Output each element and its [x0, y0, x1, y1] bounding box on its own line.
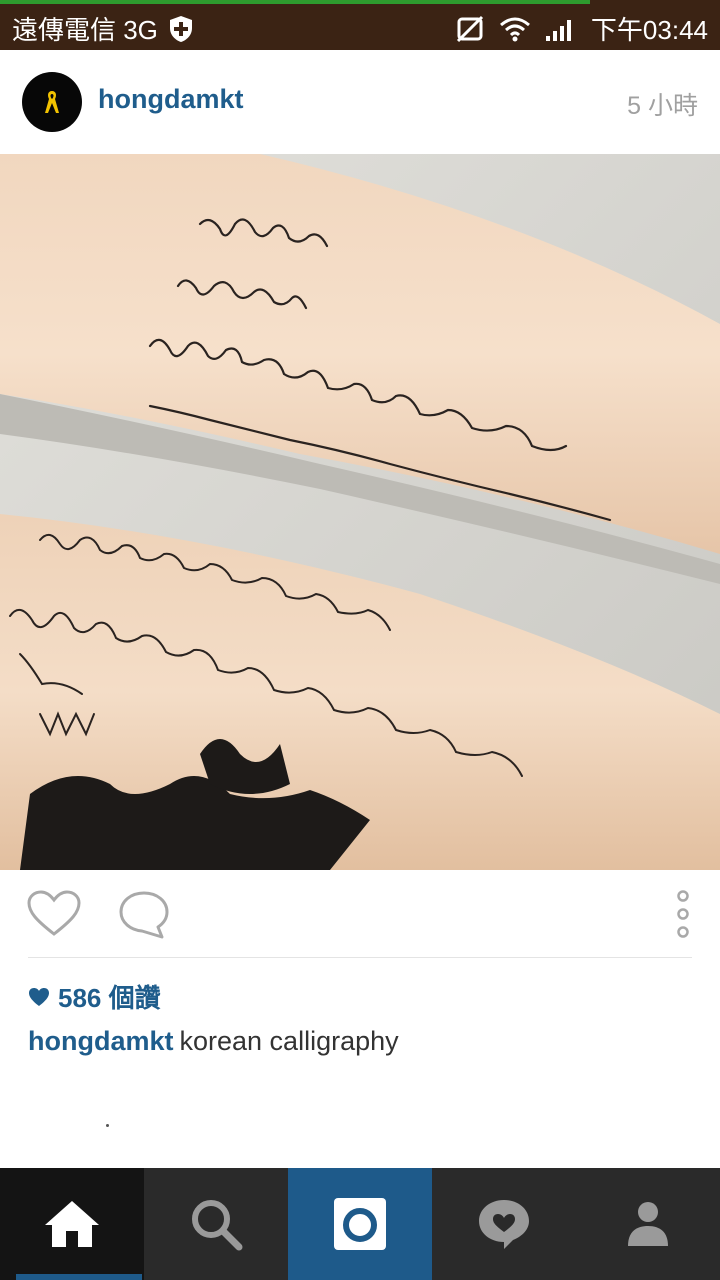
activity-heart-icon: [479, 1200, 529, 1249]
search-icon: [192, 1200, 243, 1251]
next-post-dot: [106, 1124, 109, 1127]
carrier-label: 遠傳電信 3G: [12, 15, 158, 45]
heart-outline-icon[interactable]: [26, 890, 82, 943]
signal-icon: [545, 16, 577, 42]
post-photo[interactable]: [0, 154, 720, 870]
camera-icon: [334, 1198, 386, 1250]
tattoo-photo: [0, 154, 720, 870]
likes-count: 586 個讚: [58, 983, 161, 1013]
clock: 下午03:44: [590, 15, 708, 45]
post-time: 5 小時: [627, 92, 698, 120]
tab-activity[interactable]: [432, 1168, 576, 1280]
caption: hongdamkt korean calligraphy: [28, 1026, 399, 1057]
heart-filled-icon: [29, 987, 49, 1006]
home-icon: [45, 1201, 99, 1247]
post-username[interactable]: hongdamkt: [98, 84, 244, 115]
caption-text: korean calligraphy: [179, 1026, 399, 1056]
tab-active-indicator: [16, 1274, 142, 1280]
post-header: hongdamkt 5 小時: [0, 50, 720, 155]
profile-icon: [628, 1202, 668, 1246]
tab-camera[interactable]: [288, 1168, 432, 1280]
post-actions: [0, 870, 720, 958]
actions-divider: [28, 957, 692, 958]
status-right: 下午03:44: [455, 10, 708, 47]
shield-icon: [168, 15, 194, 43]
likes-row[interactable]: 586 個讚: [28, 978, 161, 1015]
bottom-tab-bar: [0, 1168, 720, 1280]
wifi-icon: [499, 16, 531, 42]
yellow-ribbon-icon: [45, 91, 59, 113]
avatar[interactable]: [22, 72, 82, 132]
status-bar: 遠傳電信 3G 下午03:44: [0, 0, 720, 50]
more-vertical-icon[interactable]: [668, 888, 698, 949]
comment-icon[interactable]: [118, 890, 170, 945]
loading-progress: [0, 0, 590, 4]
tab-home[interactable]: [0, 1168, 144, 1280]
tab-search[interactable]: [144, 1168, 288, 1280]
status-left: 遠傳電信 3G: [12, 10, 194, 47]
caption-username[interactable]: hongdamkt: [28, 1026, 174, 1056]
mute-icon: [455, 15, 485, 43]
tab-profile[interactable]: [576, 1168, 720, 1280]
